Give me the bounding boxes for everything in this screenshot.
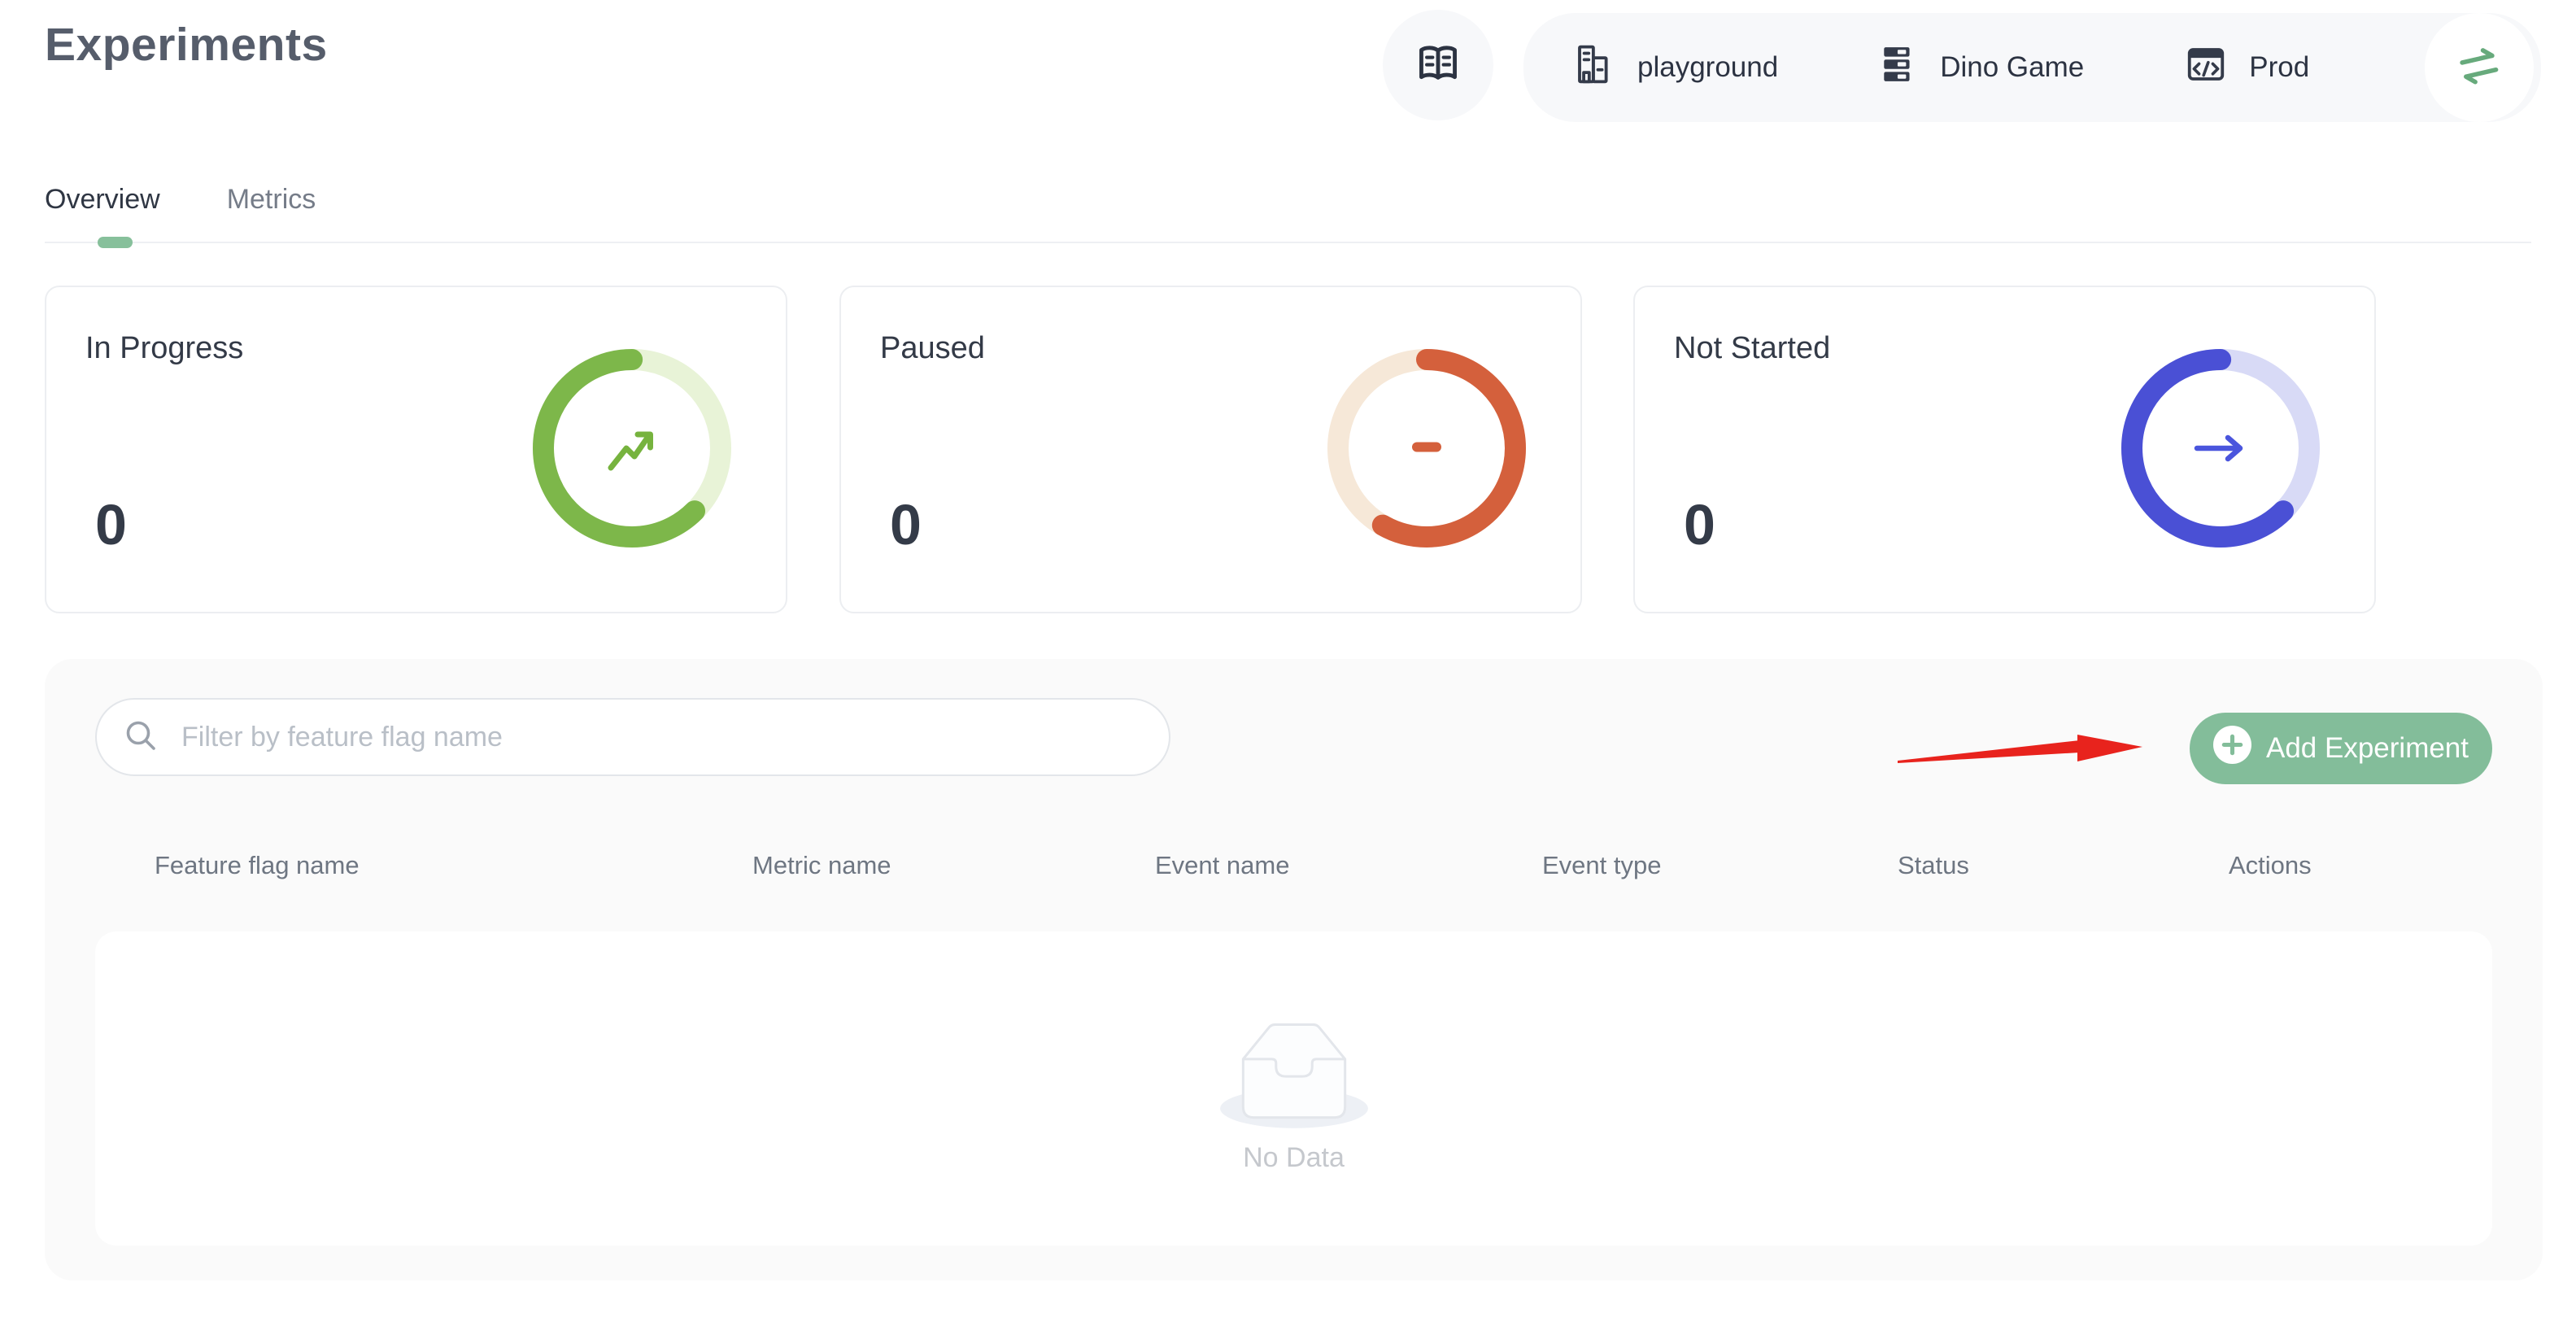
experiments-panel: Add Experiment Feature flag name Metric … bbox=[45, 659, 2543, 1280]
no-data-text: No Data bbox=[1243, 1142, 1345, 1174]
tab-overview[interactable]: Overview bbox=[45, 184, 160, 216]
organization-name: playground bbox=[1637, 51, 1778, 84]
tabs-divider bbox=[45, 242, 2531, 243]
stat-card-in-progress: In Progress 0 bbox=[45, 286, 787, 613]
project-selector[interactable]: Dino Game bbox=[1878, 44, 2084, 92]
project-name: Dino Game bbox=[1940, 51, 2084, 84]
experiments-table-body: No Data bbox=[95, 931, 2492, 1246]
stat-value: 0 bbox=[890, 492, 922, 557]
environment-code-window-icon bbox=[2184, 42, 2228, 94]
organization-selector[interactable]: playground bbox=[1572, 42, 1778, 94]
stat-value: 0 bbox=[1684, 492, 1715, 557]
stat-value: 0 bbox=[95, 492, 127, 557]
column-header-event-type: Event type bbox=[1542, 851, 1661, 880]
page-title: Experiments bbox=[45, 18, 328, 72]
open-book-icon bbox=[1414, 41, 1462, 90]
active-tab-indicator bbox=[98, 237, 133, 248]
empty-inbox-icon bbox=[1216, 1003, 1372, 1137]
stat-label: Not Started bbox=[1674, 331, 1830, 366]
trend-up-icon bbox=[611, 434, 651, 468]
column-header-metric-name: Metric name bbox=[752, 851, 891, 880]
paused-ring bbox=[1321, 342, 1532, 554]
swap-arrows-icon bbox=[2452, 40, 2506, 96]
stat-card-not-started: Not Started 0 bbox=[1633, 286, 2376, 613]
stat-label: Paused bbox=[880, 331, 985, 366]
switch-context-button[interactable] bbox=[2425, 13, 2534, 122]
in-progress-ring bbox=[526, 342, 738, 554]
column-header-status: Status bbox=[1898, 851, 1969, 880]
flag-filter-input[interactable] bbox=[180, 721, 1143, 754]
add-experiment-button[interactable]: Add Experiment bbox=[2190, 713, 2492, 784]
red-annotation-arrow bbox=[1896, 732, 2145, 770]
minus-icon bbox=[1412, 443, 1441, 452]
column-header-event-name: Event name bbox=[1155, 851, 1289, 880]
flag-filter-field bbox=[95, 698, 1170, 776]
search-icon bbox=[123, 718, 159, 757]
stat-card-paused: Paused 0 bbox=[839, 286, 1582, 613]
stat-label: In Progress bbox=[85, 331, 243, 366]
tabs: Overview Metrics bbox=[45, 184, 316, 216]
arrow-right-icon bbox=[2197, 438, 2240, 459]
column-header-actions: Actions bbox=[2229, 851, 2312, 880]
experiments-table-header: Feature flag name Metric name Event name… bbox=[45, 851, 2543, 887]
environment-name: Prod bbox=[2249, 51, 2309, 84]
docs-button[interactable] bbox=[1383, 10, 1493, 120]
tab-metrics[interactable]: Metrics bbox=[227, 184, 316, 216]
plus-icon bbox=[2213, 726, 2251, 771]
organization-buildings-icon bbox=[1572, 42, 1616, 94]
project-stack-icon bbox=[1878, 44, 1919, 92]
add-experiment-label: Add Experiment bbox=[2266, 732, 2469, 765]
column-header-feature-flag-name: Feature flag name bbox=[155, 851, 360, 880]
context-bar: playground Dino Game bbox=[1523, 13, 2541, 122]
environment-selector[interactable]: Prod bbox=[2184, 42, 2309, 94]
not-started-ring bbox=[2115, 342, 2326, 554]
